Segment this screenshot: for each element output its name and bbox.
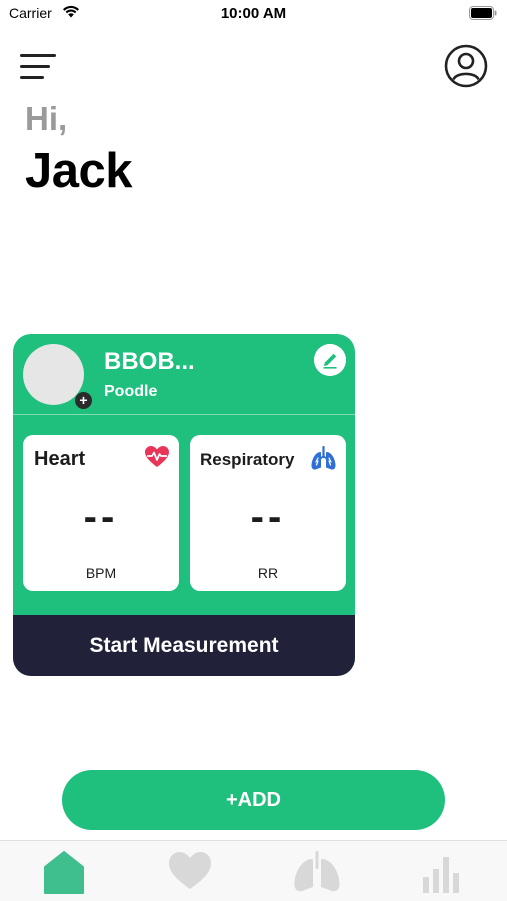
bar-chart-icon[interactable] (413, 847, 473, 895)
start-measurement-button[interactable]: Start Measurement (13, 615, 355, 676)
heart-metric-card[interactable]: Heart -- BPM (23, 435, 179, 591)
user-name: Jack (25, 144, 133, 198)
battery-icon (469, 6, 497, 20)
respiratory-unit: RR (257, 565, 279, 581)
heart-title: Heart (34, 448, 86, 470)
status-bar: Carrier 10:00 AM (0, 0, 507, 28)
respiratory-metric-card[interactable]: Respiratory -- RR (190, 435, 346, 591)
respiratory-value: -- (250, 495, 286, 539)
add-photo-icon[interactable]: + (75, 392, 92, 409)
pet-breed: Poodle (104, 383, 158, 400)
home-icon[interactable] (34, 847, 94, 895)
pet-name: BBOB... (104, 348, 195, 375)
lungs-tab-icon[interactable] (287, 847, 347, 895)
tab-bar (0, 840, 507, 901)
lungs-icon (311, 446, 336, 470)
pet-avatar[interactable]: + (23, 344, 92, 409)
menu-button[interactable] (20, 52, 56, 80)
clock: 10:00 AM (220, 5, 287, 22)
card-divider (13, 414, 355, 415)
heart-value: -- (83, 495, 119, 539)
greeting: Hi, (25, 100, 68, 137)
heart-unit: BPM (85, 565, 117, 581)
profile-icon[interactable] (444, 44, 488, 88)
respiratory-title: Respiratory (200, 450, 295, 469)
edit-icon[interactable] (314, 344, 346, 376)
pet-card: + BBOB... Poodle Heart -- BPM Respirator… (13, 334, 355, 676)
heart-icon[interactable] (160, 847, 220, 895)
heart-pulse-icon (145, 446, 169, 467)
add-button[interactable]: +ADD (62, 770, 445, 830)
